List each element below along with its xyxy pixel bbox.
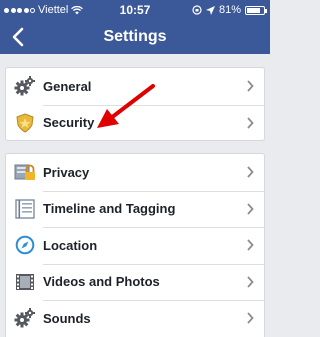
settings-row-label: Sounds [43, 310, 91, 326]
privacy-lock-icon [13, 161, 36, 184]
chevron-right-icon [247, 203, 254, 215]
chevron-right-icon [247, 276, 254, 288]
settings-row-label: Timeline and Tagging [43, 201, 176, 217]
chevron-right-icon [247, 312, 254, 324]
settings-row-location[interactable]: Location [6, 227, 264, 264]
settings-row-privacy[interactable]: Privacy [6, 154, 264, 191]
chevron-right-icon [247, 239, 254, 251]
chevron-right-icon [247, 117, 254, 129]
settings-row-label: Privacy [43, 164, 90, 180]
settings-row-sounds[interactable]: Sounds [6, 300, 264, 337]
page-title: Settings [103, 28, 167, 45]
gears-icon [13, 307, 36, 330]
compass-icon [13, 234, 36, 257]
status-bar: Viettel 10:57 81% [0, 0, 270, 20]
chevron-right-icon [247, 80, 254, 92]
security-badge-icon [13, 111, 36, 134]
chevron-right-icon [247, 166, 254, 178]
battery-icon [245, 5, 267, 15]
navigation-bar: Settings [0, 20, 270, 54]
settings-row-label: Videos and Photos [43, 274, 160, 290]
film-icon [13, 270, 36, 293]
gears-icon [13, 75, 36, 98]
location-arrow-icon [205, 5, 215, 15]
settings-row-videos-photos[interactable]: Videos and Photos [6, 263, 264, 301]
battery-percent: 81% [218, 4, 241, 16]
status-right: 81% [192, 4, 267, 16]
settings-group-preferences: Privacy Timeline and Tagging Location Vi… [5, 153, 265, 337]
rotation-lock-icon [192, 5, 202, 15]
annotation-arrow-icon [97, 84, 155, 128]
settings-row-timeline-tagging[interactable]: Timeline and Tagging [6, 190, 264, 228]
settings-row-label: Location [43, 237, 98, 253]
timeline-icon [13, 197, 36, 220]
